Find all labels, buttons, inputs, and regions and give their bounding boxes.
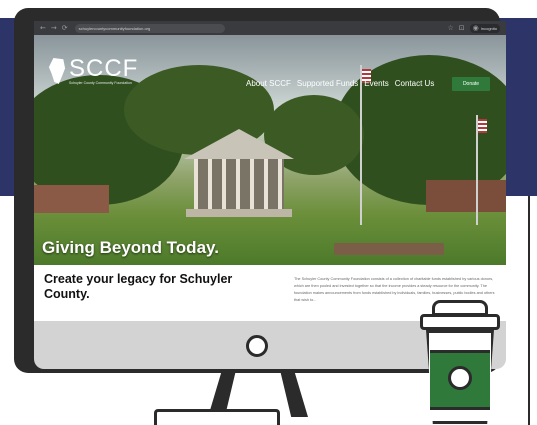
back-icon[interactable]: ← [40, 24, 46, 32]
monitor-screen: ← → ⟳ schuylercountycommunityfoundation.… [34, 21, 506, 321]
legacy-heading: Create your legacy for Schuyler County. [44, 272, 233, 301]
vertical-rule [528, 196, 530, 425]
site-logo[interactable]: SCCF Schuyler County Community Foundatio… [48, 57, 138, 85]
cup-lid [420, 314, 500, 330]
coffee-cup-icon [418, 300, 502, 424]
nav-contact[interactable]: Contact Us [395, 79, 435, 88]
logo-wordmark: SCCF [69, 55, 139, 82]
building [34, 185, 109, 213]
incognito-icon: ◉ [472, 23, 479, 32]
flagpole [360, 65, 362, 225]
site-nav: About SCCF Supported Funds Events Contac… [246, 79, 434, 88]
hero-section: SCCF Schuyler County Community Foundatio… [34, 35, 506, 265]
american-flag [478, 119, 487, 133]
planter [334, 243, 444, 255]
forward-icon[interactable]: → [51, 24, 57, 32]
gazebo-roof [184, 129, 294, 159]
address-bar[interactable]: schuylercountycommunityfoundation.org [74, 23, 225, 33]
illinois-map-icon [48, 58, 66, 84]
gazebo-base [186, 209, 292, 217]
reload-icon[interactable]: ⟳ [62, 24, 68, 32]
extension-icon[interactable]: ⊡ [459, 24, 465, 32]
profile-button[interactable]: ◉ Incognito [469, 23, 500, 33]
monitor-stand [280, 370, 308, 417]
profile-label: Incognito [480, 25, 497, 31]
monitor-base [154, 409, 280, 425]
star-icon[interactable]: ☆ [448, 24, 454, 32]
power-button-icon [246, 335, 268, 357]
gazebo [194, 159, 284, 211]
browser-toolbar: ← → ⟳ schuylercountycommunityfoundation.… [34, 21, 506, 35]
logo-tagline: Schuyler County Community Foundation [69, 81, 132, 85]
url-text: schuylercountycommunityfoundation.org [78, 25, 151, 31]
nav-supported-funds[interactable]: Supported Funds [297, 79, 358, 88]
hero-headline: Giving Beyond Today. [42, 238, 219, 257]
nav-about[interactable]: About SCCF [246, 79, 291, 88]
nav-events[interactable]: Events [364, 79, 388, 88]
cup-logo-circle [448, 366, 472, 390]
donate-button[interactable]: Donate [452, 77, 490, 91]
building [426, 180, 506, 212]
